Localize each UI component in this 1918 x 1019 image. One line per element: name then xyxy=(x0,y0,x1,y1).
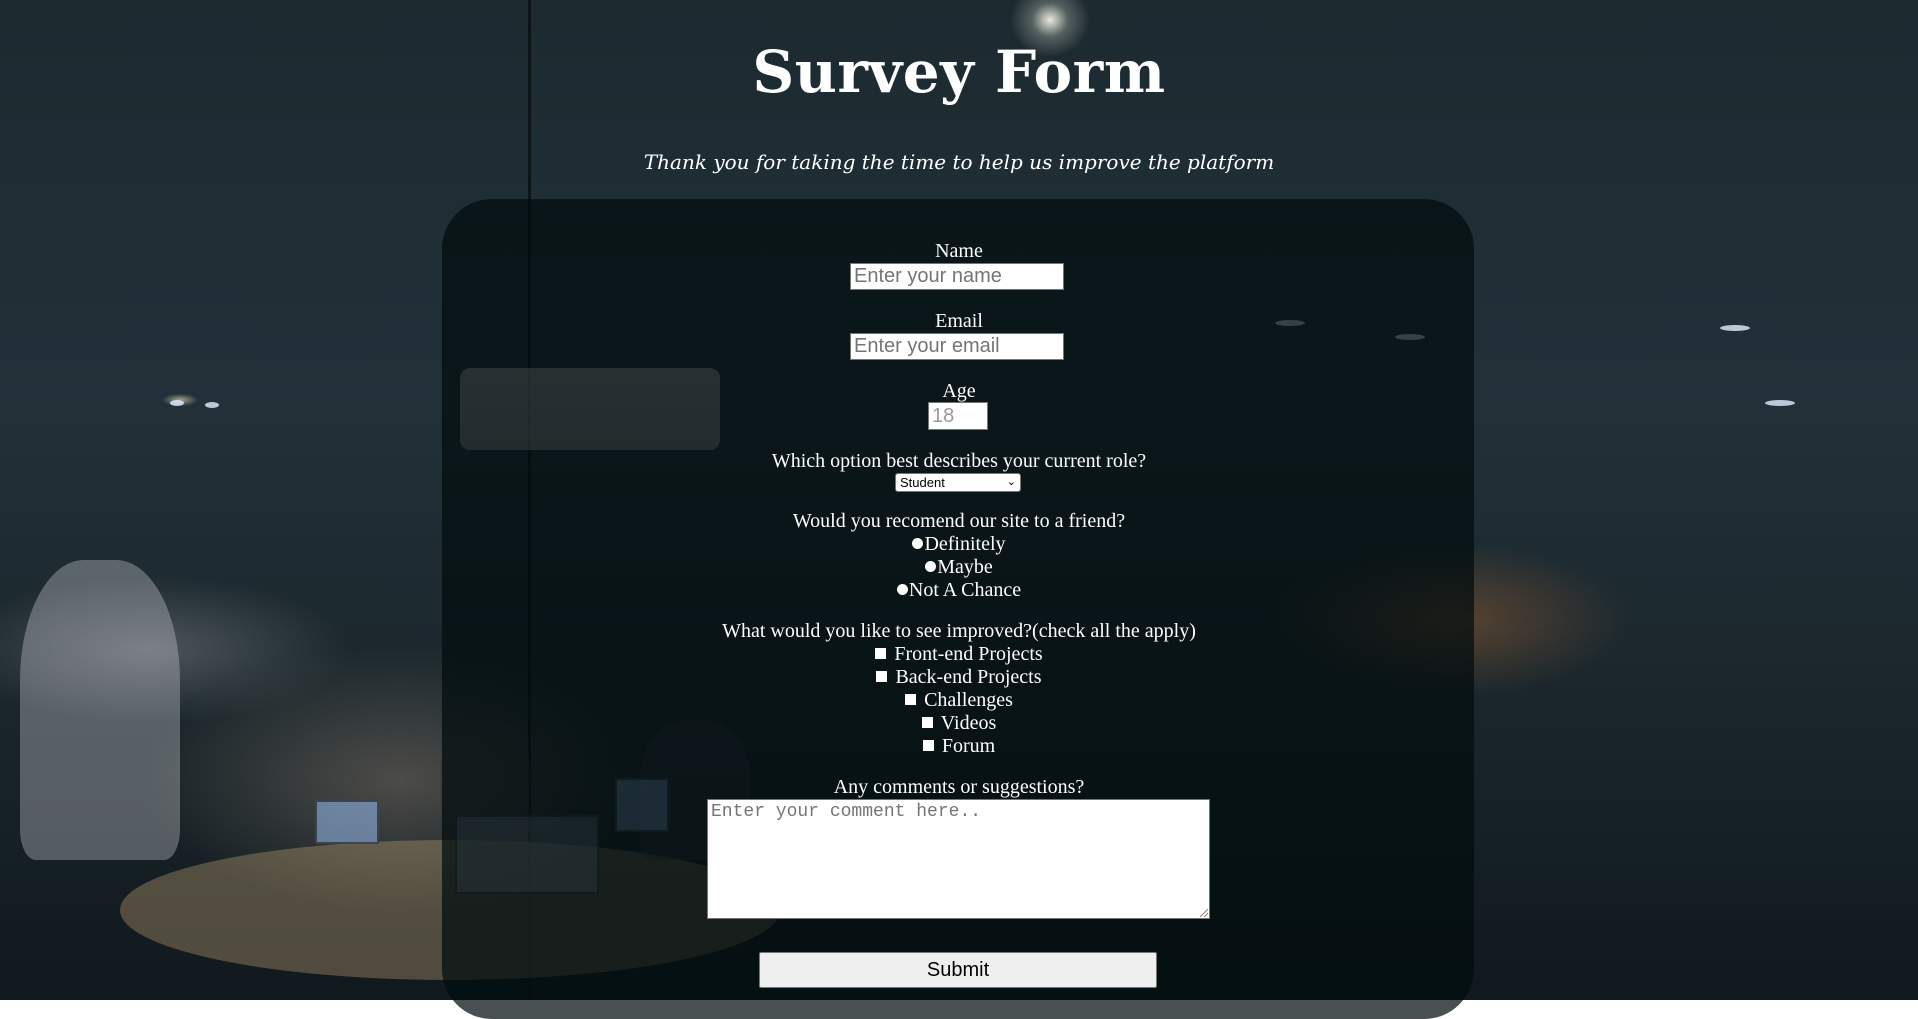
radio-button-icon[interactable] xyxy=(925,561,937,572)
checkbox-icon[interactable] xyxy=(905,694,917,705)
recommend-option-label: Maybe xyxy=(937,556,993,578)
role-select-value: Student xyxy=(900,475,945,490)
improvement-option-label: Challenges xyxy=(924,689,1013,711)
chevron-down-icon: ⌄ xyxy=(1006,476,1016,488)
age-input[interactable] xyxy=(928,402,988,430)
improvement-option-back-end[interactable]: Back-end Projects xyxy=(0,666,1918,688)
recommend-option-label: Definitely xyxy=(924,533,1006,555)
improvement-option-label: Back-end Projects xyxy=(895,666,1042,688)
role-select[interactable]: Student ⌄ xyxy=(895,473,1021,492)
recommend-option-label: Not A Chance xyxy=(908,579,1022,601)
checkbox-icon[interactable] xyxy=(876,671,888,682)
resize-handle-icon[interactable] xyxy=(1200,909,1208,917)
improvement-option-videos[interactable]: Videos xyxy=(0,712,1918,734)
page-title: Survey Form xyxy=(752,38,1166,106)
background-laptop xyxy=(315,800,379,844)
improvement-option-label: Forum xyxy=(941,735,996,757)
email-input[interactable] xyxy=(850,333,1064,360)
improvement-option-label: Front-end Projects xyxy=(894,643,1043,665)
recommend-label: Would you recomend our site to a friend? xyxy=(792,510,1126,532)
role-label: Which option best describes your current… xyxy=(771,450,1147,472)
improvement-option-forum[interactable]: Forum xyxy=(0,735,1918,757)
name-label: Name xyxy=(935,240,983,262)
recommend-option-not-a-chance[interactable]: Not A Chance xyxy=(0,579,1918,601)
background-ceiling-light xyxy=(205,402,219,408)
comments-placeholder: Enter your comment here.. xyxy=(711,802,982,822)
submit-button[interactable]: Submit xyxy=(759,952,1157,988)
checkbox-icon[interactable] xyxy=(922,740,934,751)
comments-label: Any comments or suggestions? xyxy=(833,776,1085,798)
email-label: Email xyxy=(935,310,983,332)
improvement-option-label: Videos xyxy=(940,712,997,734)
comments-textarea[interactable]: Enter your comment here.. xyxy=(707,799,1210,919)
age-label: Age xyxy=(942,380,976,402)
improvement-option-challenges[interactable]: Challenges xyxy=(0,689,1918,711)
name-input[interactable] xyxy=(850,263,1064,290)
checkbox-icon[interactable] xyxy=(921,717,933,728)
improvements-label: What would you like to see improved?(che… xyxy=(722,620,1196,642)
recommend-option-definitely[interactable]: Definitely xyxy=(0,533,1918,555)
improvement-option-front-end[interactable]: Front-end Projects xyxy=(0,643,1918,665)
recommend-option-maybe[interactable]: Maybe xyxy=(0,556,1918,578)
radio-button-icon[interactable] xyxy=(896,584,908,595)
page-description: Thank you for taking the time to help us… xyxy=(643,150,1275,174)
checkbox-icon[interactable] xyxy=(875,648,887,659)
radio-button-icon[interactable] xyxy=(912,538,924,549)
